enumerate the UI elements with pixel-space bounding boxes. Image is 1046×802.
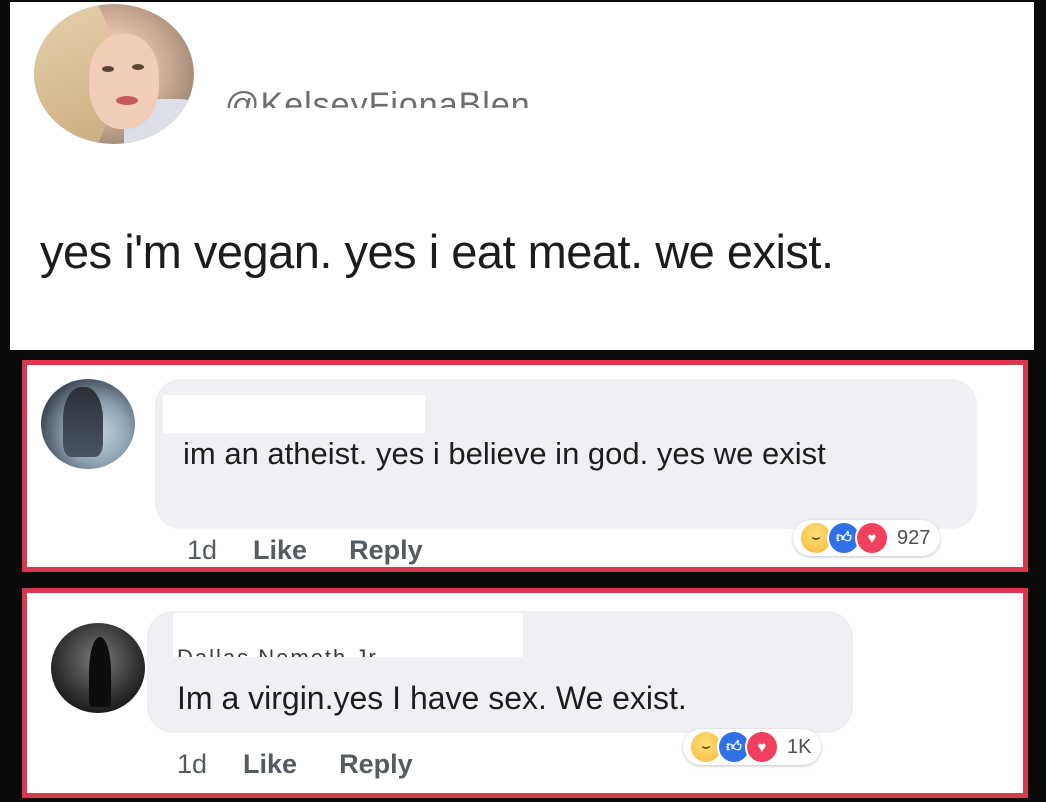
comment-text: Im a virgin.yes I have sex. We exist. — [177, 680, 687, 716]
like-button[interactable]: Like — [253, 535, 307, 566]
reactions-summary[interactable]: ⌣ 👍︎ ♥ 1K — [683, 729, 822, 765]
tweet-handle[interactable]: @KelseyFionaBlen — [225, 78, 585, 108]
like-button[interactable]: Like — [243, 749, 297, 780]
tweet-avatar[interactable] — [34, 4, 194, 144]
commenter-avatar[interactable] — [41, 379, 135, 469]
comment-2: Dallas Nemeth Jr. Im a virgin.yes I have… — [22, 588, 1028, 798]
comment-actions: 1d Like Reply — [187, 535, 465, 566]
reactions-summary[interactable]: ⌣ 👍︎ ♥ 927 — [793, 520, 941, 556]
love-icon: ♥ — [855, 521, 889, 555]
comment-author[interactable]: Dallas Nemeth Jr. — [177, 645, 385, 657]
reply-button[interactable]: Reply — [339, 749, 413, 780]
redacted-author-name — [163, 395, 425, 433]
reaction-count: 927 — [897, 526, 931, 549]
comment-timestamp: 1d — [187, 535, 218, 565]
love-icon: ♥ — [745, 730, 779, 764]
reply-button[interactable]: Reply — [349, 535, 423, 566]
tweet-text: yes i'm vegan. yes i eat meat. we exist. — [40, 225, 834, 278]
commenter-avatar[interactable] — [51, 623, 145, 713]
comment-1: im an atheist. yes i believe in god. yes… — [22, 360, 1028, 572]
comment-timestamp: 1d — [177, 749, 208, 779]
comment-text: im an atheist. yes i believe in god. yes… — [183, 436, 826, 471]
reaction-count: 1K — [787, 735, 812, 758]
tweet-card: @KelseyFionaBlen yes i'm vegan. yes i ea… — [10, 2, 1034, 350]
comment-actions: 1d Like Reply — [177, 749, 455, 780]
